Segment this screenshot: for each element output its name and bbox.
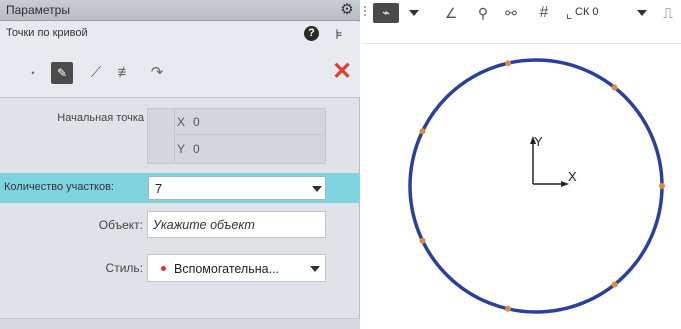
curve-point[interactable] [659,183,665,189]
curve-point[interactable] [505,305,511,312]
points-on-curve-mode-icon[interactable]: ✎ [51,62,73,84]
coord-x-field[interactable]: X0 [174,109,326,135]
coord-y-field[interactable]: Y0 [174,136,326,162]
circle-curve[interactable] [408,58,664,314]
style-label: Стиль: [105,261,143,275]
help-icon[interactable]: ? [304,26,319,41]
object-field[interactable]: Укажите объект [147,211,326,238]
parametric-icon[interactable]: ∠ [441,3,461,23]
object-label: Объект: [98,218,143,232]
command-title: Точки по кривой [6,27,88,39]
snap-dropdown-icon[interactable] [409,10,419,16]
coord-x-label: X [177,115,186,129]
drawing-canvas[interactable]: Y X [361,45,681,329]
y-axis-label: Y [534,134,543,149]
panel-header: Параметры ⚙ [0,0,360,21]
grid-icon[interactable]: # [534,3,554,23]
coord-y-value: 0 [193,142,200,156]
style-dot-icon [161,266,166,271]
close-icon[interactable]: ✕ [330,60,354,84]
intersection-mode-icon[interactable]: ⟋ [85,62,107,84]
segment-count-row: Количество участков: 7 [0,173,360,203]
style-value: Вспомогательна... [174,262,280,276]
drawing-svg: Y X [408,58,665,314]
segment-count-select[interactable]: 7 [148,176,326,200]
mode-toolbar: • ✎ ⟋ ≢ ↷ ✕ [0,46,360,98]
coord-y-label: Y [177,142,186,156]
curve-point[interactable] [419,128,426,135]
point-mode-icon[interactable]: • [22,62,44,84]
chevron-down-icon [310,266,320,272]
style-select[interactable]: Вспомогательна... [147,254,326,282]
coord-x-value: 0 [193,115,200,129]
constraint-icon[interactable]: ⚲ [473,3,493,23]
more-icon[interactable]: ⎍ [659,3,677,23]
gear-icon[interactable]: ⚙ [338,1,356,19]
segment-count-value: 7 [155,181,163,196]
panel-title: Параметры [6,3,70,17]
parameters-panel: Параметры ⚙ Точки по кривой ? ⊧ • ✎ ⟋ ≢ … [0,0,360,329]
curve-point[interactable] [611,84,618,91]
start-point-label: Начальная точка [57,112,144,124]
snap-icon[interactable]: ⌁ [373,3,399,23]
command-row: Точки по кривой ? ⊧ [0,22,360,46]
tree-icon[interactable]: ⊧ [332,25,346,43]
object-placeholder: Укажите объект [153,218,255,232]
coordinate-system-dropdown-icon[interactable] [637,10,647,16]
arc-mode-icon[interactable]: ↷ [146,62,168,84]
coordinate-axes: Y X [530,134,577,187]
x-axis-label: X [568,169,577,184]
segment-count-label: Количество участков: [4,181,114,193]
toolbar-grip-icon[interactable] [364,6,369,16]
curve-point[interactable] [611,281,618,288]
panel-footer [0,318,360,329]
view-toolbar: ⌁ ∠ ⚲ ⚯ # ⌞ СК 0 ⎍ [361,0,681,44]
hatch-mode-icon[interactable]: ≢ [114,62,136,84]
curve-point[interactable] [505,60,511,67]
start-point-coordinates: X0 Y0 [147,108,326,164]
curve-point[interactable] [419,237,426,244]
link-icon[interactable]: ⚯ [501,3,521,23]
coordinate-system-label[interactable]: СК 0 [575,6,599,18]
chevron-down-icon [312,186,322,192]
